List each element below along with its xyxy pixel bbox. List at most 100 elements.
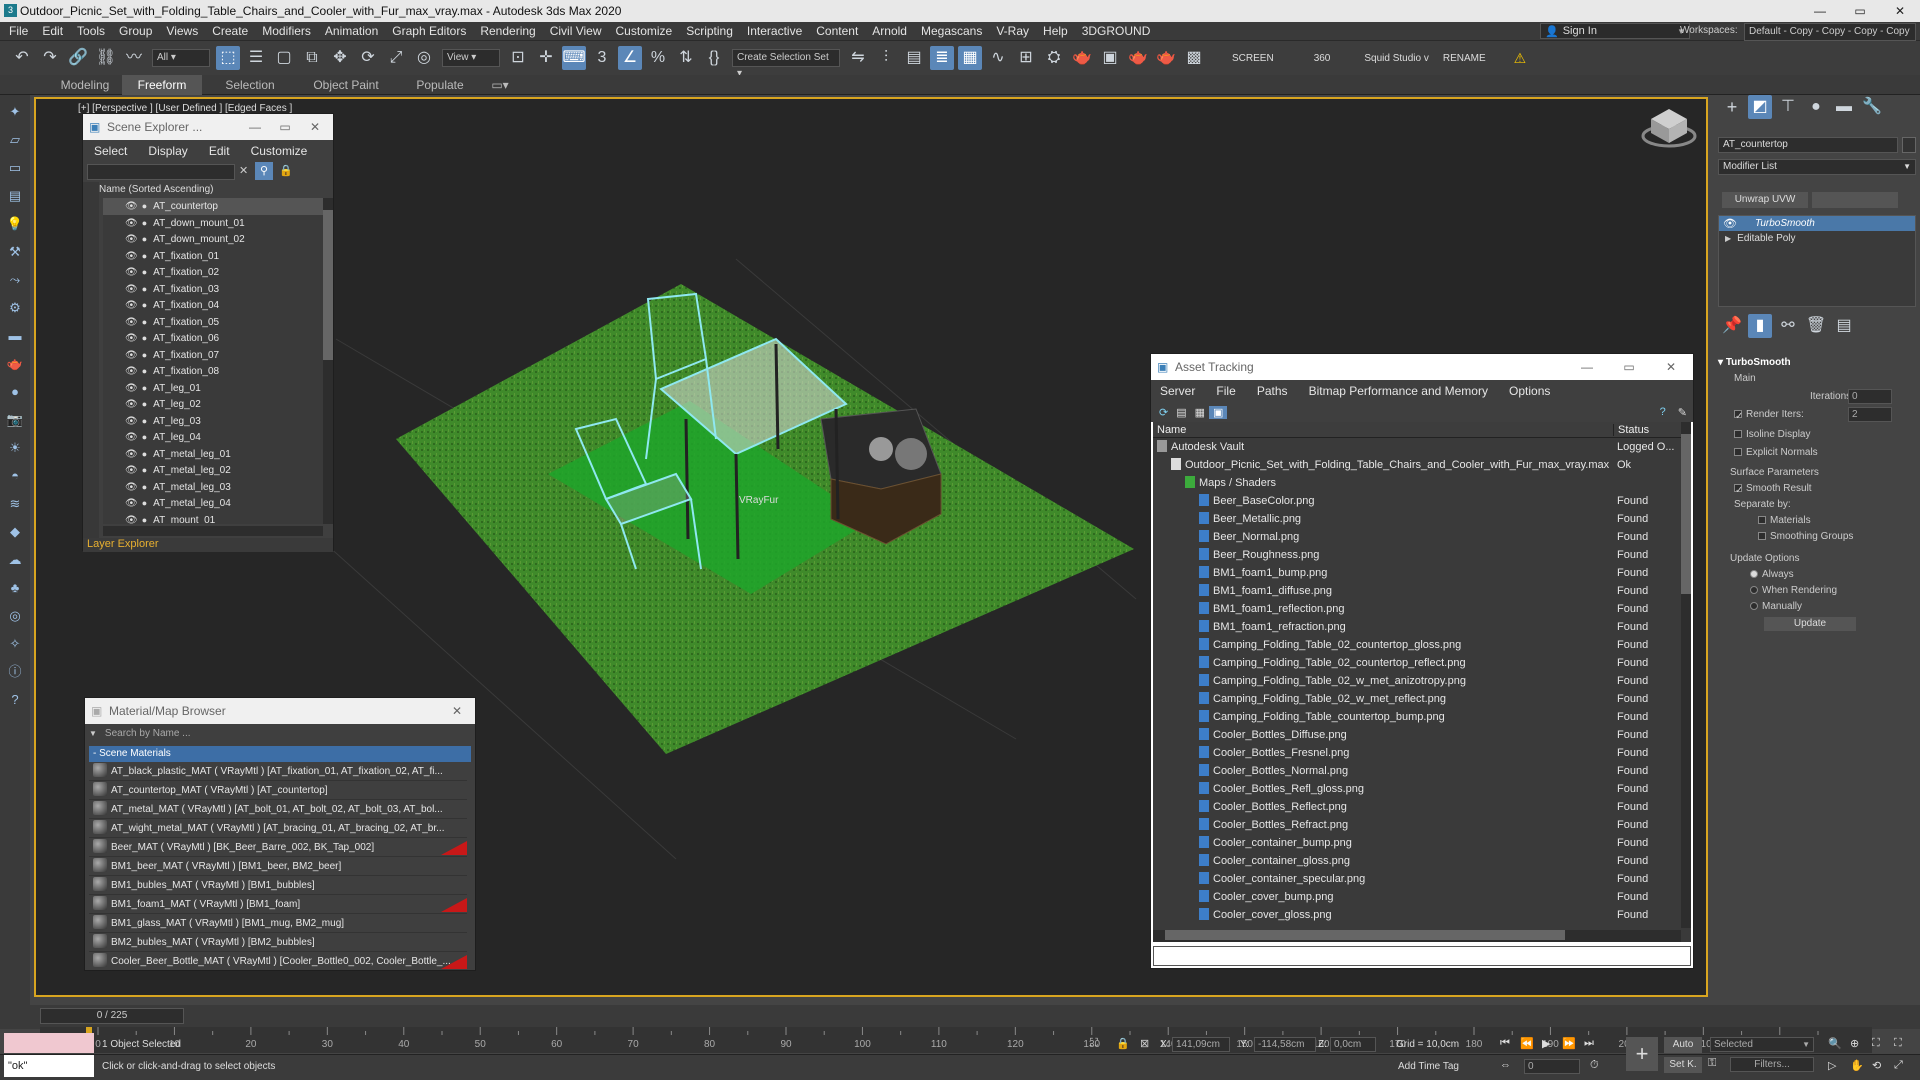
scene-object-row[interactable]: 👁 ● AT_metal_leg_04 — [103, 495, 325, 512]
time-config-icon[interactable]: ⏱ — [1590, 1059, 1599, 1072]
maxscript-listener[interactable] — [4, 1033, 94, 1053]
select-object-icon[interactable]: ⬚ — [216, 46, 240, 70]
y-coordinate[interactable]: -114,58cm — [1254, 1037, 1316, 1052]
material-row[interactable]: BM1_bubles_MAT ( VRayMtl ) [BM1_bubbles] — [89, 876, 467, 895]
vertical-scrollbar[interactable] — [323, 198, 333, 524]
menu-arnold[interactable]: Arnold — [865, 22, 914, 41]
material-row[interactable]: Beer_MAT ( VRayMtl ) [BK_Beer_Barre_002,… — [89, 838, 467, 857]
tree-view-icon[interactable]: ▣ — [1209, 405, 1228, 419]
eye-icon[interactable]: 👁 — [125, 498, 138, 509]
pin-stack-icon[interactable]: 📌 — [1720, 314, 1744, 338]
named-selection-icon[interactable]: {} — [702, 46, 726, 70]
create-icon[interactable]: ✦ — [4, 101, 26, 123]
perspective-viewport[interactable]: [+] [Perspective ] [User Defined ] [Edge… — [34, 97, 1708, 997]
rotate-icon[interactable]: ⟳ — [356, 46, 380, 70]
selection-lock-icon[interactable]: 🔒 — [1116, 1037, 1130, 1050]
eye-icon[interactable]: 👁 — [125, 284, 138, 295]
layer-explorer-icon[interactable]: ≣ — [930, 46, 954, 70]
scene-search-input[interactable] — [87, 164, 235, 180]
asset-row-map[interactable]: Camping_Folding_Table_02_w_met_anizotrop… — [1153, 672, 1691, 690]
render-icon[interactable]: 🫖 — [1126, 46, 1150, 70]
set-key-button[interactable]: Set K. — [1664, 1057, 1702, 1073]
scene-materials-group[interactable]: - Scene Materials — [89, 746, 471, 762]
menu-display[interactable]: Display — [139, 144, 196, 158]
scene-object-row[interactable]: 👁 ● AT_fixation_06 — [103, 330, 325, 347]
expand-icon[interactable]: ▶ — [1719, 234, 1737, 243]
menu-rendering[interactable]: Rendering — [473, 22, 542, 41]
filters-button[interactable]: Filters... — [1730, 1057, 1814, 1072]
utilities-tab-icon[interactable]: 🔧 — [1860, 95, 1884, 119]
fur-icon[interactable]: ≋ — [4, 493, 26, 515]
asset-row-vault[interactable]: Autodesk Vault Logged O... — [1153, 438, 1691, 456]
lock-icon[interactable]: 🔒 — [279, 164, 293, 177]
minimize-button[interactable]: — — [1573, 354, 1601, 380]
refresh-icon[interactable]: ⟳ — [1155, 406, 1172, 419]
menu-edit[interactable]: Edit — [200, 144, 239, 158]
asset-tracking-titlebar[interactable]: ▣ Asset Tracking — ▭ ✕ — [1151, 354, 1693, 380]
close-button[interactable]: ✕ — [301, 114, 329, 140]
material-search-input[interactable]: Search by Name ... — [105, 728, 191, 739]
bind-spacewarp-icon[interactable]: 〰 — [122, 46, 146, 70]
asset-row-map[interactable]: Beer_Roughness.png Found — [1153, 546, 1691, 564]
scene-object-row[interactable]: 👁 ● AT_leg_04 — [103, 429, 325, 446]
schematic-view-icon[interactable]: ⊞ — [1014, 46, 1038, 70]
material-row[interactable]: BM1_glass_MAT ( VRayMtl ) [BM1_mug, BM2_… — [89, 914, 467, 933]
menu-bitmap-performance[interactable]: Bitmap Performance and Memory — [1300, 384, 1497, 398]
eye-icon[interactable]: 👁 — [125, 416, 138, 427]
display-tab-icon[interactable]: ▬ — [1832, 95, 1856, 119]
modify-icon[interactable]: ▭ — [4, 157, 26, 179]
materials-option[interactable]: Materials — [1758, 515, 1811, 526]
light-icon[interactable]: 💡 — [4, 213, 26, 235]
warning-icon[interactable]: ⚠ — [1514, 50, 1527, 67]
render-setup-icon[interactable]: 🫖 — [1070, 46, 1094, 70]
systems-icon[interactable]: ⚙ — [4, 297, 26, 319]
asset-row-map[interactable]: Beer_Metallic.png Found — [1153, 510, 1691, 528]
object-name-field[interactable]: AT_countertop — [1718, 137, 1898, 153]
hierarchy-tab-icon[interactable]: ⊤ — [1776, 95, 1800, 119]
info-icon[interactable]: ⓘ — [4, 661, 26, 683]
timeline[interactable]: 0 / 225 — [0, 1005, 1920, 1029]
go-to-start-icon[interactable]: ⏮ — [1500, 1037, 1510, 1050]
undo-icon[interactable]: ↶ — [10, 46, 34, 70]
render-iters-spinner[interactable]: 2 — [1848, 407, 1892, 422]
eye-icon[interactable]: 👁 — [125, 482, 138, 493]
menu-create[interactable]: Create — [205, 22, 255, 41]
scene-object-row[interactable]: 👁 ● AT_fixation_07 — [103, 347, 325, 364]
num360-label[interactable]: 360 — [1314, 53, 1331, 64]
zoom-extents-icon[interactable]: ⛶ — [1872, 1037, 1880, 1050]
toggle-ribbon-icon[interactable]: ▦ — [958, 46, 982, 70]
stack-item-turbosmooth[interactable]: 👁 TurboSmooth — [1719, 216, 1915, 231]
eye-icon[interactable]: 👁 — [125, 300, 138, 311]
menu-interactive[interactable]: Interactive — [740, 22, 809, 41]
camera-icon[interactable]: 📷 — [4, 409, 26, 431]
track-bar[interactable]: 0 10 20 30 40 50 60 70 80 90 100 110 120 130 140 150 160… — [40, 1027, 1872, 1053]
place-icon[interactable]: ◎ — [412, 46, 436, 70]
reference-coord-dropdown[interactable]: View ▾ — [442, 49, 500, 67]
configure-sets-icon[interactable]: ▤ — [1832, 314, 1856, 338]
hierarchy-icon[interactable]: ▤ — [4, 185, 26, 207]
squid-label[interactable]: Squid Studio v — [1364, 53, 1429, 64]
menu-file[interactable]: File — [2, 22, 35, 41]
asset-hscrollbar[interactable] — [1153, 930, 1681, 942]
help-icon[interactable]: ? — [1654, 406, 1672, 418]
material-row[interactable]: AT_black_plastic_MAT ( VRayMtl ) [AT_fix… — [89, 762, 467, 781]
motion-tab-icon[interactable]: ● — [1804, 95, 1828, 119]
manipulate-icon[interactable]: ✛ — [534, 46, 558, 70]
asset-row-map[interactable]: Cooler_Bottles_Fresnel.png Found — [1153, 744, 1691, 762]
spinner-snap-icon[interactable]: ⇅ — [674, 46, 698, 70]
angle-snap-icon[interactable]: ∠ — [618, 46, 642, 70]
scale-icon[interactable]: ⤢ — [384, 46, 408, 70]
minimize-button[interactable]: — — [241, 114, 269, 140]
sky-icon[interactable]: ☁ — [4, 549, 26, 571]
table-view-icon[interactable]: ▦ — [1191, 406, 1209, 419]
scene-object-row[interactable]: 👁 ● AT_fixation_04 — [103, 297, 325, 314]
menu-customize[interactable]: Customize — [242, 144, 317, 158]
menu-modifiers[interactable]: Modifiers — [255, 22, 318, 41]
signin-area[interactable]: 👤 Sign In ▼ — [1540, 23, 1690, 39]
menu-v-ray[interactable]: V-Ray — [989, 22, 1036, 41]
tab-selection[interactable]: Selection — [210, 75, 290, 95]
pivot-icon[interactable]: ⊡ — [506, 46, 530, 70]
isolate-icon[interactable]: ⛶ — [1090, 1037, 1098, 1050]
material-row[interactable]: BM1_beer_MAT ( VRayMtl ) [BM1_beer, BM2_… — [89, 857, 467, 876]
close-button[interactable]: ✕ — [1880, 0, 1920, 22]
